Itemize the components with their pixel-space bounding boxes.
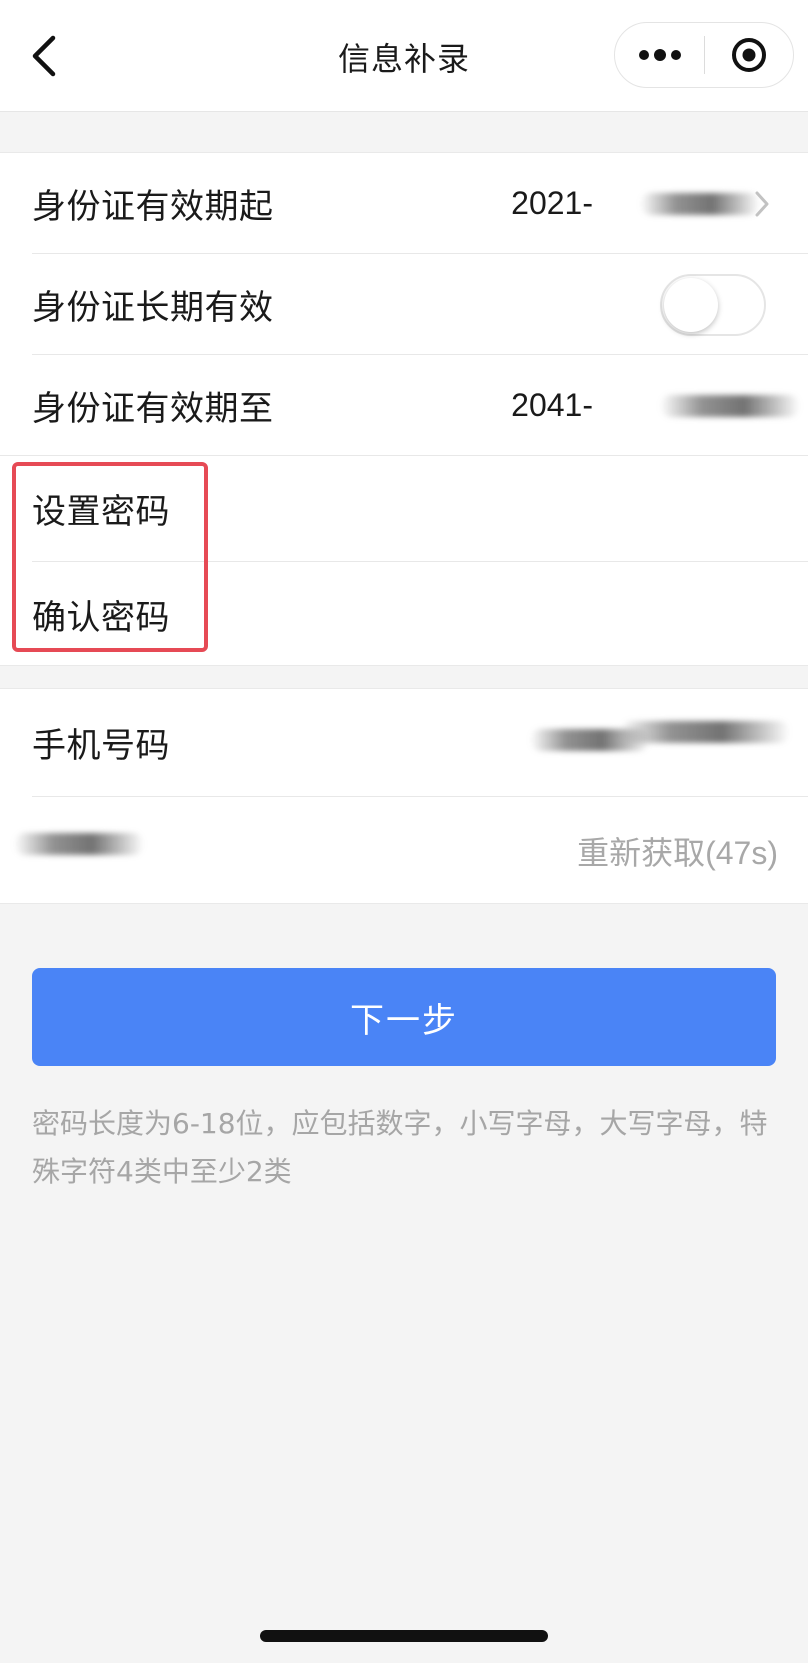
set-password-row: 设置密码 [0,456,808,561]
phone-label: 手机号码 [32,726,170,766]
close-mini-program-button[interactable] [705,22,793,88]
chevron-right-icon [755,191,769,217]
id-valid-to-row[interactable]: 身份证有效期至 2041- [0,355,808,455]
next-step-button[interactable]: 下一步 [32,968,776,1066]
confirm-password-label: 确认密码 [32,598,170,638]
phone-row: 手机号码 [0,689,808,796]
mini-program-capsule [614,22,794,88]
redacted-date-blur [640,193,760,215]
phone-card: 手机号码 重新获取(47s) [0,688,808,904]
resend-code-button[interactable]: 重新获取(47s) [577,828,778,874]
home-indicator [260,1630,548,1642]
verification-code-row: 重新获取(47s) [0,797,808,904]
more-dots-icon [638,49,681,61]
more-button[interactable] [615,22,704,88]
confirm-password-row: 确认密码 [0,562,808,667]
id-valid-to-label: 身份证有效期至 [32,388,274,429]
redacted-code-blur [14,833,144,855]
target-circle-icon [731,38,766,72]
toggle-knob [664,278,718,332]
id-valid-from-value: 2021- [511,184,593,221]
redacted-date-blur [660,395,800,417]
id-valid-to-value: 2041- [511,386,593,423]
id-valid-from-row[interactable]: 身份证有效期起 2021- [0,153,808,253]
set-password-input[interactable] [240,478,768,534]
password-rule-hint: 密码长度为6-18位，应包括数字，小写字母，大写字母，特殊字符4类中至少2类 [32,1107,768,1188]
redacted-phone-blur [620,721,790,743]
confirm-password-input[interactable] [240,584,768,640]
id-long-term-toggle[interactable] [660,274,766,336]
id-valid-from-label: 身份证有效期起 [32,186,274,227]
set-password-label: 设置密码 [32,492,170,532]
id-long-term-label: 身份证长期有效 [32,287,274,328]
id-password-card: 身份证有效期起 2021- 身份证长期有效 身份证有效期至 2041- 设置密码… [0,152,808,666]
id-long-term-row: 身份证长期有效 [0,254,808,354]
nav-bar: 信息补录 [0,0,808,112]
